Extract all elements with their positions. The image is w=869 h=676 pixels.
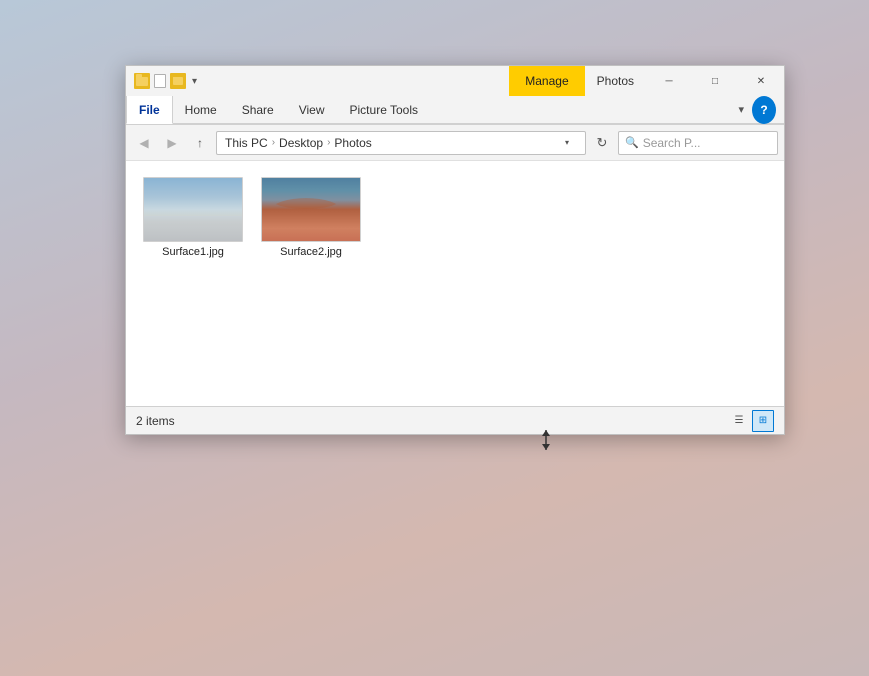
ribbon-collapse-button[interactable]: ▾ <box>734 101 748 118</box>
content-area: Surface1.jpg Surface2.jpg <box>126 161 784 406</box>
ribbon-spacer <box>431 96 734 123</box>
file-label-surface2: Surface2.jpg <box>280 246 342 258</box>
forward-button[interactable]: ▶ <box>160 131 184 155</box>
back-button[interactable]: ◀ <box>132 131 156 155</box>
help-button[interactable]: ? <box>752 96 776 124</box>
window-controls: ─ □ ✕ <box>646 66 784 96</box>
tab-home[interactable]: Home <box>173 96 230 123</box>
breadcrumb-sep-2: › <box>327 137 330 148</box>
address-box[interactable]: This PC › Desktop › Photos ▾ <box>216 131 586 155</box>
breadcrumb-photos[interactable]: Photos <box>334 136 371 150</box>
view-details-button[interactable]: ☰ <box>728 410 750 432</box>
window-title: Photos <box>585 66 646 96</box>
close-button[interactable]: ✕ <box>738 66 784 96</box>
search-box[interactable]: 🔍 Search P... <box>618 131 778 155</box>
view-largeicons-button[interactable]: ⊞ <box>752 410 774 432</box>
search-icon: 🔍 <box>625 136 639 149</box>
title-bar-left: ▾ <box>126 66 509 96</box>
up-button[interactable]: ↑ <box>188 131 212 155</box>
file-explorer-window: ▾ Manage Photos ─ □ ✕ File Home <box>125 65 785 435</box>
title-bar: ▾ Manage Photos ─ □ ✕ <box>126 66 784 96</box>
breadcrumb-desktop[interactable]: Desktop <box>279 136 323 150</box>
minimize-button[interactable]: ─ <box>646 66 692 96</box>
tab-picture-tools[interactable]: Picture Tools <box>338 96 431 123</box>
tab-share[interactable]: Share <box>230 96 287 123</box>
refresh-button[interactable]: ↻ <box>590 131 614 155</box>
breadcrumb-this-pc[interactable]: This PC <box>225 136 268 150</box>
thumbnail-surface1 <box>143 177 243 242</box>
view-buttons: ☰ ⊞ <box>728 410 774 432</box>
tab-file[interactable]: File <box>126 96 173 124</box>
file-item-surface2[interactable]: Surface2.jpg <box>256 173 366 262</box>
address-bar: ◀ ▶ ↑ This PC › Desktop › Photos ▾ ↻ 🔍 S… <box>126 125 784 161</box>
tab-view[interactable]: View <box>287 96 338 123</box>
item-count: 2 items <box>136 414 728 428</box>
file-label-surface1: Surface1.jpg <box>162 246 224 258</box>
thumbnail-surface2 <box>261 177 361 242</box>
ribbon: File Home Share View Picture Tools ▾ ? <box>126 96 784 125</box>
down-arrow-icon: ▾ <box>190 76 199 87</box>
address-dropdown-button[interactable]: ▾ <box>557 138 577 147</box>
maximize-button[interactable]: □ <box>692 66 738 96</box>
folder-icon <box>134 73 150 89</box>
doc-icon <box>154 74 166 88</box>
folder-icon-2 <box>170 73 186 89</box>
search-placeholder-text: Search P... <box>643 136 701 150</box>
status-bar: 2 items ☰ ⊞ <box>126 406 784 434</box>
breadcrumb-sep-1: › <box>272 137 275 148</box>
manage-tab[interactable]: Manage <box>509 66 584 96</box>
ribbon-tabs: File Home Share View Picture Tools ▾ ? <box>126 96 784 124</box>
file-item-surface1[interactable]: Surface1.jpg <box>138 173 248 262</box>
